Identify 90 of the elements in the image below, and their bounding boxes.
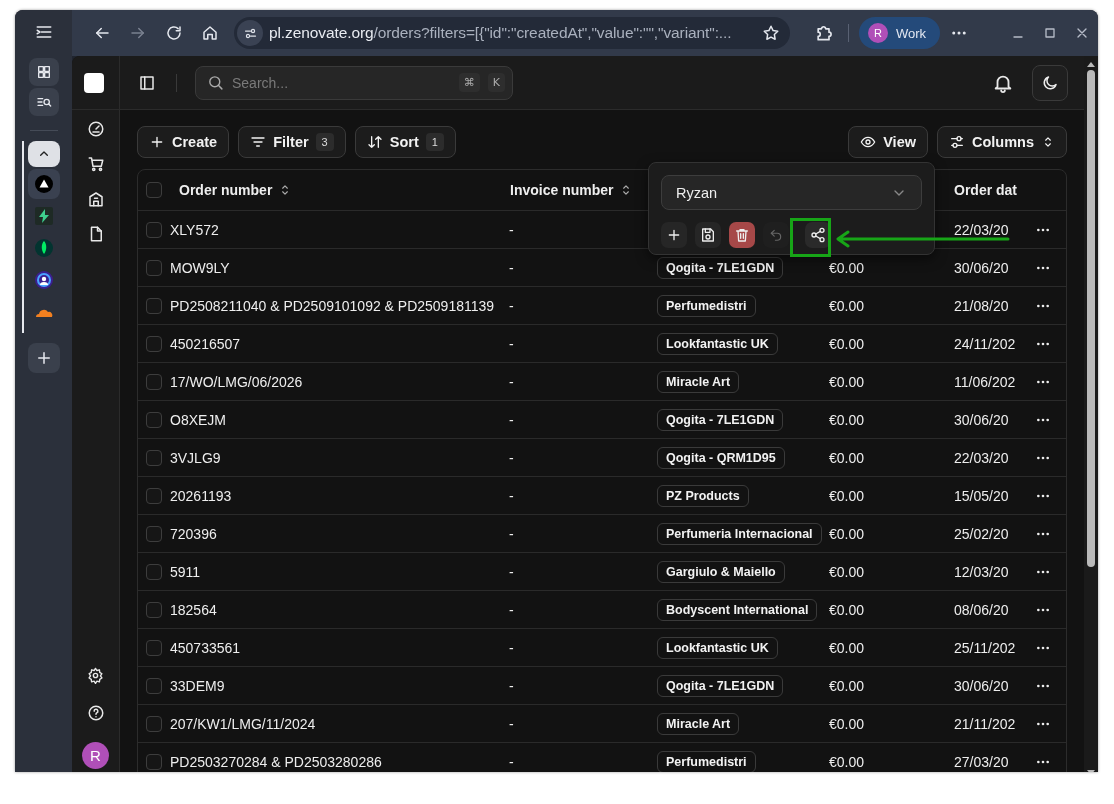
table-cell-text: 12/03/20 xyxy=(953,563,1010,580)
table-cell-text: €0.00 xyxy=(828,639,866,656)
table-cell: MOW9LY xyxy=(170,259,230,276)
column-header[interactable]: Order number xyxy=(170,182,293,198)
profile-avatar: R xyxy=(868,23,888,43)
create-button[interactable]: Create xyxy=(137,126,230,158)
table-cell-text: €0.00 xyxy=(828,487,866,504)
supplier-tag: Lookfantastic UK xyxy=(657,636,778,659)
table-cell: 17/WO/LMG/06/2026 xyxy=(170,373,303,390)
table-cell: 3VJLG9 xyxy=(170,449,221,466)
table-cell-text: - xyxy=(508,639,515,656)
table-cell-text: - xyxy=(508,449,515,466)
columns-button[interactable]: Columns xyxy=(936,126,1067,158)
table-cell-text: €0.00 xyxy=(828,335,866,352)
table-cell-text: - xyxy=(508,715,515,732)
column-header[interactable]: Order dat xyxy=(946,182,1021,198)
supplier-tag: Qogita - QRM1D95 xyxy=(657,446,785,469)
table-cell-text: - xyxy=(508,563,515,580)
table-cell-text: €0.00 xyxy=(828,373,866,390)
table-cell: 5911 xyxy=(170,563,201,580)
select-value: Ryzan xyxy=(676,184,718,201)
table-cell-text: - xyxy=(508,601,515,618)
table-cell-text: - xyxy=(508,221,515,238)
supplier-tag: Qogita - 7LE1GDN xyxy=(657,674,784,697)
table-cell-text: €0.00 xyxy=(828,601,866,618)
supplier-tag: Qogita - 7LE1GDN xyxy=(657,408,784,431)
supplier-tag: Perfumeria Internacional xyxy=(657,522,822,545)
table-cell-text: €0.00 xyxy=(828,411,866,428)
supplier-tag: Miracle Art xyxy=(657,370,740,393)
table-cell: 450216507 xyxy=(170,335,241,352)
table-cell-text: €0.00 xyxy=(828,525,866,542)
table-cell-text: €0.00 xyxy=(828,259,866,276)
table-cell-text: - xyxy=(508,373,515,390)
table-cell-text: 30/06/20 xyxy=(953,259,1010,276)
supplier-tag: Perfumedistri xyxy=(657,294,756,317)
table-cell-text: 30/06/20 xyxy=(953,411,1010,428)
table-cell: XLY572 xyxy=(170,221,219,238)
table-cell: 182564 xyxy=(170,601,217,618)
supplier-tag: Gargiulo & Maiello xyxy=(657,560,785,583)
table-cell-text: 25/11/202 xyxy=(953,639,1017,656)
table-cell-text: €0.00 xyxy=(828,563,866,580)
address-bar[interactable]: pl.zenovate.org/orders?filters=[{"id":"createdAt","value":"","variant":... xyxy=(234,17,790,49)
user-avatar[interactable]: R xyxy=(82,742,109,769)
table-cell-text: 22/03/20 xyxy=(953,221,1010,238)
table-cell-text: - xyxy=(508,525,515,542)
sort-button[interactable]: Sort 1 xyxy=(354,126,456,158)
table-cell: O8XEJM xyxy=(170,411,226,428)
view-select[interactable]: Ryzan xyxy=(661,175,922,210)
table-cell-text: €0.00 xyxy=(828,297,866,314)
table-cell-text: - xyxy=(508,411,515,428)
table-cell: PD2503270284 & PD2503280286 xyxy=(170,753,382,770)
table-cell-text: 21/08/20 xyxy=(953,297,1010,314)
count-badge: 3 xyxy=(315,133,334,151)
supplier-tag: PZ Products xyxy=(657,484,749,507)
table-cell-text: 30/06/20 xyxy=(953,677,1010,694)
filter-button[interactable]: Filter 3 xyxy=(238,126,346,158)
table-cell: 450733561 xyxy=(170,639,241,656)
supplier-tag: Qogita - 7LE1GDN xyxy=(657,256,784,279)
table-cell-text: - xyxy=(508,259,515,276)
table-cell-text: - xyxy=(508,487,515,504)
supplier-tag: Lookfantastic UK xyxy=(657,332,778,355)
table-cell-text: 24/11/202 xyxy=(953,335,1017,352)
table-cell-text: 21/11/202 xyxy=(953,715,1017,732)
table-cell-text: €0.00 xyxy=(828,715,866,732)
profile-button[interactable]: R Work xyxy=(859,17,941,49)
table-cell-text: 15/05/20 xyxy=(953,487,1010,504)
supplier-tag: Bodyscent International xyxy=(657,598,818,621)
table-cell: 20261193 xyxy=(170,487,232,504)
table-cell-text: 25/02/20 xyxy=(953,525,1010,542)
table-cell-text: €0.00 xyxy=(828,753,866,770)
table-cell-text: 11/06/202 xyxy=(953,373,1017,390)
table-cell-text: 22/03/20 xyxy=(953,449,1010,466)
view-button[interactable]: View xyxy=(848,126,928,158)
count-badge: 1 xyxy=(425,133,444,151)
table-cell-text: 08/06/20 xyxy=(953,601,1010,618)
table-cell: 720396 xyxy=(170,525,217,542)
table-cell-text: - xyxy=(508,335,515,352)
table-cell-text: - xyxy=(508,297,515,314)
url-text: pl.zenovate.org/orders?filters=[{"id":"createdAt","value":"","variant":... xyxy=(269,24,733,42)
table-cell-text: €0.00 xyxy=(828,449,866,466)
shortcut-key: ⌘ xyxy=(458,73,480,92)
table-cell: PD2508211040 & PD2509101092 & PD2509181139 xyxy=(170,297,495,314)
table-cell: 33DEM9 xyxy=(170,677,225,694)
column-header[interactable]: Invoice number xyxy=(501,182,649,198)
supplier-tag: Miracle Art xyxy=(657,712,740,735)
table-cell: 207/KW1/LMG/11/2024 xyxy=(170,715,316,732)
table-cell-text: 27/03/20 xyxy=(953,753,1010,770)
table-cell-text: - xyxy=(508,677,515,694)
table-cell-text: €0.00 xyxy=(828,677,866,694)
table-cell-text: - xyxy=(508,753,515,770)
